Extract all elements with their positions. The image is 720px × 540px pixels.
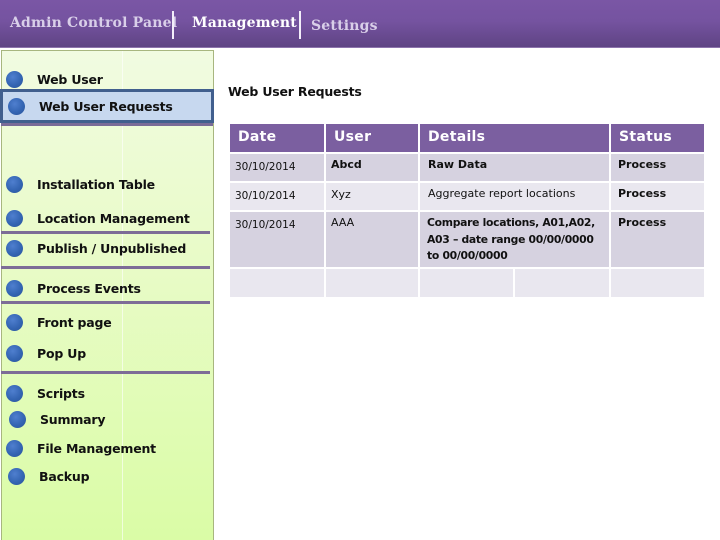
cell-user: AAA xyxy=(326,212,418,267)
sidebar-divider xyxy=(1,371,210,374)
cell-user: Abcd xyxy=(326,154,418,181)
bullet-icon xyxy=(6,384,23,402)
sidebar-item-label: Pop Up xyxy=(37,345,86,361)
cell-status: Process xyxy=(611,183,704,210)
sidebar-divider xyxy=(1,231,210,234)
bullet-icon xyxy=(8,97,25,115)
column-header-status[interactable]: Status xyxy=(611,124,704,152)
nav-admin-control-panel[interactable]: Admin Control Panel xyxy=(10,15,177,31)
cell-status xyxy=(611,269,704,297)
sidebar-item-process-events[interactable]: Process Events xyxy=(6,277,141,299)
sidebar-item-label: Web User Requests xyxy=(39,98,173,114)
sidebar-divider xyxy=(1,266,210,269)
sidebar-divider xyxy=(1,301,210,304)
cell-user xyxy=(326,269,418,297)
sidebar-item-label: Backup xyxy=(39,468,90,484)
sidebar-item-label: Scripts xyxy=(37,385,85,401)
bullet-icon xyxy=(6,439,23,457)
column-header-user[interactable]: User xyxy=(326,124,418,152)
column-header-details[interactable]: Details xyxy=(420,124,609,152)
bullet-icon xyxy=(6,239,23,257)
cell-user: Xyz xyxy=(326,183,418,210)
sidebar-item-web-user[interactable]: Web User xyxy=(6,68,103,90)
cell-details-extra xyxy=(515,269,609,297)
sidebar-item-web-user-requests[interactable]: Web User Requests xyxy=(0,89,214,123)
cell-date: 30/10/2014 xyxy=(230,154,324,181)
cell-details: Raw Data xyxy=(420,154,609,181)
sidebar-item-scripts[interactable]: Scripts xyxy=(6,382,85,404)
cell-details: Compare locations, A01,A02, A03 – date r… xyxy=(420,212,609,267)
bullet-icon xyxy=(8,467,25,485)
sidebar-item-backup[interactable]: Backup xyxy=(8,465,90,487)
sidebar-item-file-management[interactable]: File Management xyxy=(6,437,156,459)
sidebar-item-label: Location Management xyxy=(37,210,190,226)
cell-status: Process xyxy=(611,154,704,181)
sidebar-item-front-page[interactable]: Front page xyxy=(6,311,112,333)
sidebar-item-label: Installation Table xyxy=(37,176,155,192)
cell-details xyxy=(420,269,513,297)
sidebar-item-installation-table[interactable]: Installation Table xyxy=(6,173,155,195)
sidebar-item-label: Process Events xyxy=(37,280,141,296)
bullet-icon xyxy=(6,279,23,297)
cell-date xyxy=(230,269,324,297)
cell-date: 30/10/2014 xyxy=(230,183,324,210)
bullet-icon xyxy=(6,209,23,227)
cell-date: 30/10/2014 xyxy=(230,212,324,267)
page-title: Web User Requests xyxy=(228,84,362,99)
nav-settings[interactable]: Settings xyxy=(311,18,378,34)
sidebar-item-label: Summary xyxy=(40,411,106,427)
bullet-icon xyxy=(6,175,23,193)
sidebar-item-label: Publish / Unpublished xyxy=(37,240,187,256)
bullet-icon xyxy=(9,410,26,428)
nav-separator xyxy=(299,11,301,39)
sidebar-item-location-management[interactable]: Location Management xyxy=(6,207,190,229)
sidebar-item-summary[interactable]: Summary xyxy=(9,408,106,430)
top-nav-bar: Admin Control Panel Management Settings xyxy=(0,0,720,48)
nav-separator xyxy=(172,11,174,39)
sidebar-item-label: File Management xyxy=(37,440,156,456)
sidebar-item-label: Web User xyxy=(37,71,103,87)
sidebar-item-publish-unpublished[interactable]: Publish / Unpublished xyxy=(6,237,186,259)
sidebar-item-label: Front page xyxy=(37,314,112,330)
nav-management[interactable]: Management xyxy=(192,15,297,31)
cell-details: Aggregate report locations xyxy=(420,183,609,210)
sidebar-item-pop-up[interactable]: Pop Up xyxy=(6,342,86,364)
column-header-date[interactable]: Date xyxy=(230,124,324,152)
bullet-icon xyxy=(6,344,23,362)
cell-status: Process xyxy=(611,212,704,267)
bullet-icon xyxy=(6,313,23,331)
bullet-icon xyxy=(6,70,23,88)
